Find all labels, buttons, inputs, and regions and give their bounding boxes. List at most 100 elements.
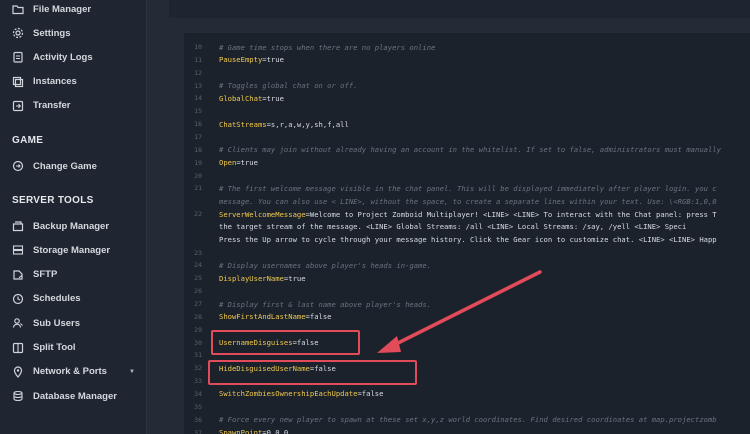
setting-value: =true — [236, 158, 258, 168]
line-number: 23 — [194, 248, 202, 257]
sidebar-item-label: Storage Manager — [33, 244, 111, 256]
line-number: 36 — [194, 415, 202, 424]
line-number: 32 — [194, 364, 202, 373]
line-number: 10 — [194, 43, 202, 51]
code-line: 26 — [184, 285, 219, 297]
sidebar-item-label: Change Game — [33, 160, 97, 172]
code-line: 37 SpawnPoint =0,0,0 — [184, 427, 288, 434]
line-number: 25 — [194, 274, 202, 283]
gear-icon — [12, 27, 24, 39]
code-line: 20 — [184, 170, 219, 182]
setting-key: ShowFirstAndLastName — [219, 312, 306, 322]
code-line: 18 # Clients may join without already hav… — [184, 144, 721, 156]
code-comment: # Game time stops when there are no play… — [219, 42, 436, 52]
code-line: the target stream of the message. <LINE>… — [184, 221, 686, 233]
setting-value: =true — [262, 55, 284, 65]
highlight-box-username-disguises — [211, 330, 360, 355]
line-number: 15 — [194, 107, 202, 116]
sidebar-item-database-manager[interactable]: Database Manager — [0, 385, 147, 407]
setting-key: DisplayUserName — [219, 273, 284, 283]
code-line: 27 # Display first & last name above play… — [184, 298, 431, 310]
code-line: message. You can also use < LINE>, witho… — [184, 195, 717, 207]
sidebar-item-label: Instances — [33, 76, 77, 88]
sidebar-item-transfer[interactable]: Transfer — [0, 95, 147, 117]
sidebar-item-settings[interactable]: Settings — [0, 22, 147, 44]
sidebar-item-label: Database Manager — [33, 390, 117, 402]
folder-icon — [12, 3, 24, 15]
sidebar-item-label: Network & Ports — [33, 366, 107, 378]
setting-value: =0,0,0 — [262, 428, 289, 434]
code-line: 17 — [184, 131, 219, 143]
setting-key: ServerWelcomeMessage — [219, 209, 306, 219]
line-number: 37 — [194, 428, 202, 434]
setting-key: PauseEmpty — [219, 55, 263, 65]
sftp-icon — [12, 269, 24, 281]
location-icon — [12, 366, 24, 378]
sidebar-item-label: Backup Manager — [33, 220, 110, 232]
sidebar-item-label: Schedules — [33, 293, 81, 305]
line-number: 11 — [194, 55, 202, 64]
code-line: 34 SwitchZombiesOwnershipEachUpdate =false — [184, 388, 383, 400]
code-line: 15 — [184, 105, 219, 117]
line-number: 29 — [194, 325, 202, 334]
sidebar-item-label: SFTP — [33, 269, 58, 281]
code-line: 22 ServerWelcomeMessage =Welcome to Projec… — [184, 208, 716, 220]
code-line: 28 ShowFirstAndLastName =false — [184, 311, 331, 323]
code-line: 23 — [184, 247, 219, 259]
line-number: 14 — [194, 94, 202, 103]
code-line: 24 # Display usernames above player's hea… — [184, 259, 431, 271]
code-comment: # Display first & last name above player… — [219, 299, 432, 309]
code-text: the target stream of the message. <LINE>… — [219, 222, 687, 232]
sidebar-item-label: Settings — [33, 27, 71, 39]
transfer-icon — [12, 100, 24, 112]
sidebar-item-schedules[interactable]: Schedules — [0, 288, 147, 310]
code-line: 21 # The first welcome message visible in… — [184, 182, 716, 194]
code-comment: message. You can also use < LINE>, witho… — [219, 196, 717, 206]
code-line: 14 GlobalChat =true — [184, 92, 284, 104]
sidebar-item-label: File Manager — [33, 3, 92, 15]
code-text: Press the Up arrow to cycle through your… — [219, 235, 717, 245]
section-title-server-tools: SERVER TOOLS — [12, 195, 94, 206]
clock-icon — [12, 293, 24, 305]
line-number: 33 — [194, 377, 202, 386]
line-number: 13 — [194, 81, 202, 90]
line-number: 27 — [194, 300, 202, 308]
code-line: 11 PauseEmpty =true — [184, 54, 284, 66]
sidebar-item-split-tool[interactable]: Split Tool — [0, 337, 147, 359]
line-number: 20 — [194, 171, 202, 180]
line-number: 19 — [194, 158, 202, 167]
sidebar-item-sftp[interactable]: SFTP — [0, 264, 147, 286]
top-bar — [169, 0, 750, 18]
code-line: 16 ChatStreams =s,r,a,w,y,sh,f,all — [184, 118, 349, 130]
backup-icon — [12, 220, 24, 232]
sidebar-item-network-and-ports[interactable]: Network & Ports ▼ — [0, 361, 147, 383]
code-comment: # Toggles global chat on or off. — [219, 81, 358, 91]
sidebar-item-backup-manager[interactable]: Backup Manager — [0, 215, 147, 237]
line-number: 18 — [194, 145, 202, 154]
code-line: 10 # Game time stops when there are no pl… — [184, 41, 435, 53]
setting-key: SwitchZombiesOwnershipEachUpdate — [219, 389, 358, 399]
line-number: 22 — [194, 210, 202, 219]
sidebar-item-change-game[interactable]: Change Game — [0, 155, 147, 177]
line-number: 16 — [194, 120, 202, 129]
setting-key: ChatStreams — [219, 119, 267, 129]
layers-icon — [12, 76, 24, 88]
sidebar-item-label: Sub Users — [33, 317, 80, 329]
line-number: 30 — [194, 338, 202, 347]
sidebar-item-storage-manager[interactable]: Storage Manager — [0, 239, 147, 261]
setting-value: =true — [262, 93, 284, 103]
sidebar-item-instances[interactable]: Instances — [0, 71, 147, 93]
sidebar-item-activity-logs[interactable]: Activity Logs — [0, 46, 147, 68]
code-comment: # Display usernames above player's heads… — [219, 260, 432, 270]
sidebar-item-label: Activity Logs — [33, 51, 93, 63]
sidebar-item-file-manager[interactable]: File Manager — [0, 0, 147, 20]
highlight-box-hide-disguised-username — [208, 360, 417, 385]
database-icon — [12, 390, 24, 402]
line-number: 12 — [194, 68, 202, 77]
sidebar-item-sub-users[interactable]: Sub Users — [0, 312, 147, 334]
setting-value: =true — [283, 273, 306, 283]
setting-key: Open — [219, 158, 237, 168]
code-line: 12 — [184, 67, 219, 79]
code-line: 36 # Force every new player to spawn at t… — [184, 414, 716, 426]
code-line: 35 — [184, 401, 219, 413]
